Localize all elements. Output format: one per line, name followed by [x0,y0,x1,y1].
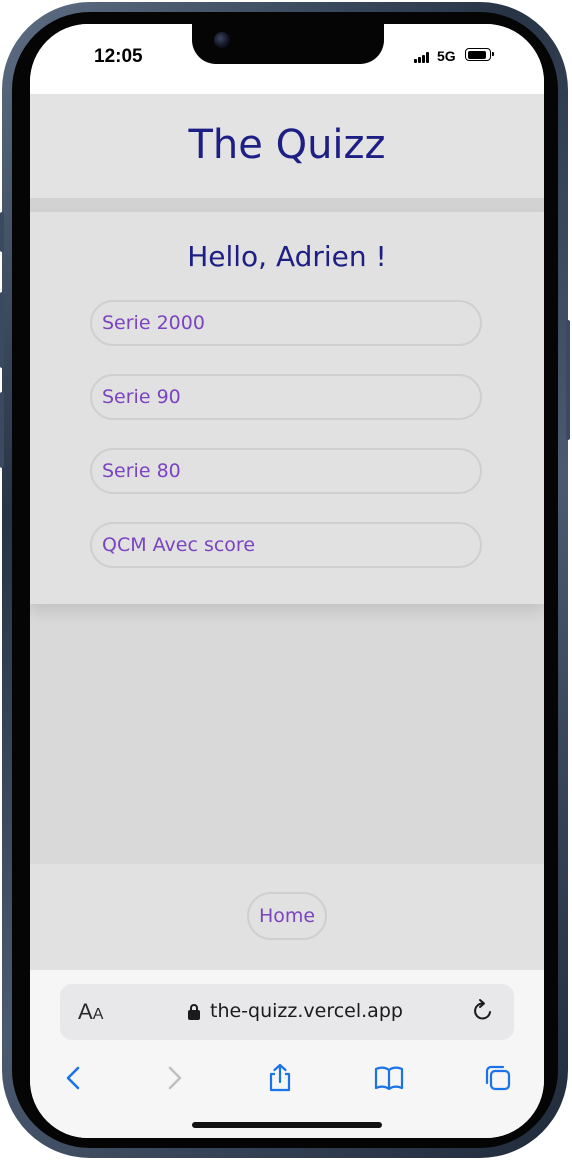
notch [192,24,384,64]
reload-icon[interactable] [470,998,496,1024]
app-header: The Quizz [30,94,544,198]
app-footer: Home [30,864,544,970]
url-text[interactable]: the-quizz.vercel.app [210,1000,403,1022]
volume-up-button [0,292,4,368]
home-indicator[interactable] [192,1122,382,1128]
camera-icon [214,32,230,48]
greeting: Hello, Adrien ! [187,240,387,273]
app-title: The Quizz [188,122,386,168]
status-bar: 12:05 5G [30,24,544,94]
quiz-button-qcm-avec-score[interactable]: QCM Avec score [90,522,482,568]
quiz-button-label: Serie 90 [102,386,181,408]
quiz-card: Hello, Adrien ! Serie 2000 Serie 90 Seri… [30,212,544,604]
text-size-label-big: A [78,999,93,1024]
tabs-icon[interactable] [482,1062,514,1094]
power-button [566,320,570,440]
web-page: The Quizz Hello, Adrien ! Serie 2000 Ser… [30,94,544,970]
battery-fill [467,50,486,59]
battery-icon [465,48,494,61]
quiz-button-serie-90[interactable]: Serie 90 [90,374,482,420]
mute-switch [0,212,4,252]
forward-icon[interactable] [158,1062,190,1094]
battery-tip [492,52,494,56]
lock-icon [188,1004,200,1020]
header-divider [30,198,544,212]
browser-chrome: AA the-quizz.vercel.app [30,970,544,1138]
quiz-button-serie-80[interactable]: Serie 80 [90,448,482,494]
network-type: 5G [437,48,456,64]
share-icon[interactable] [264,1062,296,1094]
quiz-button-label: QCM Avec score [102,534,256,556]
quiz-button-serie-2000[interactable]: Serie 2000 [90,300,482,346]
browser-toolbar [30,1056,544,1100]
signal-icon [414,52,432,63]
home-button[interactable]: Home [247,892,327,940]
address-bar[interactable]: AA the-quizz.vercel.app [60,984,514,1040]
back-icon[interactable] [58,1062,90,1094]
quiz-button-label: Serie 2000 [102,312,205,334]
bookmarks-icon[interactable] [373,1062,405,1094]
volume-down-button [0,392,4,468]
status-time: 12:05 [94,46,143,67]
quiz-list: Serie 2000 Serie 90 Serie 80 QCM Avec sc… [90,300,482,596]
text-size-button[interactable]: AA [78,999,103,1025]
quiz-button-label: Serie 80 [102,460,181,482]
phone-screen: 12:05 5G The Quizz Hello, Adrien ! Serie… [30,24,544,1138]
text-size-label-small: A [92,1006,104,1023]
